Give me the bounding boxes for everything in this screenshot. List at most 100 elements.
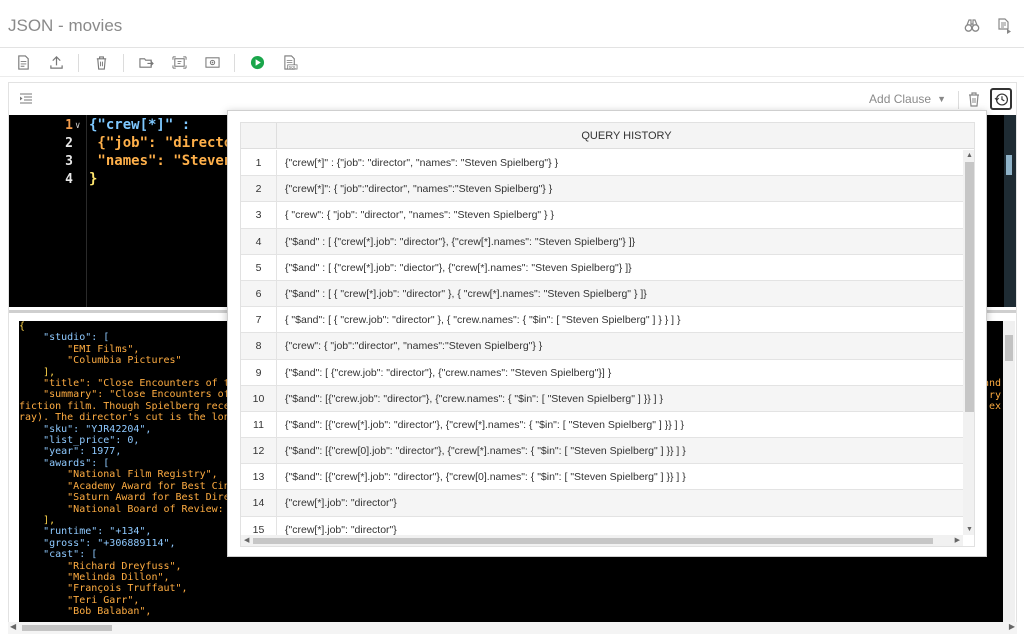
run-button[interactable] — [246, 52, 268, 74]
table-row[interactable]: 8 {"crew": { "job":"director", "names":"S… — [241, 333, 963, 360]
history-query: {"crew[*]" : {"job": "director", "names"… — [285, 157, 559, 169]
window-title: JSON - movies — [8, 16, 123, 35]
history-icon — [994, 92, 1008, 106]
table-row[interactable]: 9 {"$and": [ {"crew.job": "director"}, {"… — [241, 359, 963, 386]
line-number: 2 — [65, 136, 73, 151]
result-vertical-scrollbar[interactable] — [1003, 321, 1015, 623]
query-history-table: QUERY HISTORY 1 {"crew[*]" : {"job": "dir… — [240, 122, 975, 547]
history-query: {"crew[*]": { "job":"director", "names":… — [285, 183, 553, 196]
table-row[interactable]: 5 {"$and" : [ {"crew[*].job": "diector"},… — [241, 254, 963, 281]
delete-button[interactable] — [90, 52, 112, 74]
indent-icon[interactable] — [19, 92, 33, 106]
code-line: } — [89, 171, 98, 187]
chevron-down-icon: ▼ — [937, 94, 946, 104]
row-number: 11 — [241, 411, 277, 438]
toolbar-separator — [78, 53, 79, 72]
toolbar-separator — [234, 53, 235, 72]
history-query: {"$and": [{"crew[*].job": "director"}, {… — [285, 418, 685, 431]
history-query: {"crew[*].job": "director"} — [285, 497, 397, 510]
preview-button[interactable] — [201, 52, 223, 74]
line-number: 4 — [65, 172, 73, 187]
history-query: {"$and": [{"crew[*].job": "director"}, {… — [285, 471, 686, 484]
select-region-button[interactable] — [168, 52, 190, 74]
sql-button[interactable]: SQL — [279, 52, 301, 74]
scrollbar-thumb[interactable] — [22, 625, 112, 631]
code-line: "names": "Steven — [89, 153, 233, 169]
row-number: 10 — [241, 385, 277, 411]
table-row[interactable]: 2 {"crew[*]": { "job":"director", "names"… — [241, 176, 963, 203]
query-history-rows: 1 {"crew[*]" : {"job": "director", "names… — [241, 150, 963, 543]
row-number: 2 — [241, 176, 277, 202]
scroll-right-icon[interactable]: ▶ — [955, 536, 960, 544]
scroll-right-icon[interactable]: ▶ — [1009, 622, 1015, 631]
row-number: 7 — [241, 307, 277, 333]
app-window: JSON - movies SQL Add Clause ▼ 1 ∨ 2 3 4… — [0, 0, 1024, 639]
table-row[interactable]: 13 {"$and": [{"crew[*].job": "director"},… — [241, 464, 963, 491]
new-document-icon — [17, 55, 29, 70]
header-separator — [958, 91, 959, 109]
result-line: "Richard Dreyfuss", — [19, 560, 182, 572]
table-row[interactable]: 1 {"crew[*]" : {"job": "director", "names… — [241, 150, 963, 177]
result-horizontal-scrollbar[interactable]: ◀ ▶ — [8, 622, 1017, 634]
row-number: 8 — [241, 333, 277, 359]
toolbar-separator — [123, 53, 124, 72]
code-line: {"job": "director — [89, 135, 241, 151]
upload-icon — [49, 56, 63, 69]
upload-button[interactable] — [45, 52, 67, 74]
table-row[interactable]: 7 { "$and": [ { "crew.job": "director" },… — [241, 307, 963, 334]
row-number: 12 — [241, 438, 277, 464]
history-query: { "$and": [ { "crew.job": "director" }, … — [285, 314, 681, 327]
table-row[interactable]: 6 {"$and" : [ { "crew[*].job": "director"… — [241, 280, 963, 308]
open-folder-button[interactable] — [135, 52, 157, 74]
history-query: {"$and" : [ { "crew[*].job": "director" … — [285, 287, 647, 300]
result-fragment: ry — [988, 390, 1001, 401]
history-query: {"$and": [{"crew.job": "director"}, {"cr… — [285, 392, 664, 405]
new-document-button[interactable] — [12, 52, 34, 74]
scroll-left-icon[interactable]: ◀ — [10, 622, 16, 631]
table-row[interactable]: 3 { "crew": { "job": "director", "names":… — [241, 202, 963, 229]
row-number: 1 — [241, 150, 277, 176]
run-icon — [250, 55, 264, 70]
document-play-icon[interactable] — [996, 18, 1012, 34]
history-horizontal-scrollbar[interactable]: ◀ ▶ — [241, 535, 963, 546]
add-clause-dropdown[interactable]: Add Clause ▼ — [869, 92, 946, 106]
svg-text:SQL: SQL — [288, 65, 296, 69]
editor-scrollbar[interactable] — [1004, 115, 1016, 307]
table-row[interactable]: 14 {"crew[*].job": "director"} — [241, 490, 963, 517]
row-number: 13 — [241, 464, 277, 490]
table-row[interactable]: 11 {"$and": [{"crew[*].job": "director"},… — [241, 411, 963, 439]
table-row[interactable]: 10 {"$and": [{"crew.job": "director"}, {"… — [241, 385, 963, 412]
scroll-up-icon[interactable]: ▲ — [966, 152, 973, 159]
scroll-down-icon[interactable]: ▼ — [966, 526, 973, 533]
scrollbar-thumb[interactable] — [253, 538, 933, 544]
row-number: 9 — [241, 359, 277, 385]
line-number: 3 — [65, 154, 73, 169]
trash-icon — [96, 56, 106, 70]
table-row[interactable]: 12 {"$and": [{"crew[0].job": "director"},… — [241, 438, 963, 465]
binoculars-icon[interactable] — [964, 18, 980, 34]
line-number: 1 — [65, 118, 73, 133]
sql-icon: SQL — [283, 55, 297, 70]
scroll-left-icon[interactable]: ◀ — [244, 536, 249, 544]
table-row[interactable]: 4 {"$and" : [ {"crew[*].job": "director"}… — [241, 228, 963, 255]
fold-chevron-icon[interactable]: ∨ — [75, 121, 80, 131]
row-number: 3 — [241, 202, 277, 228]
query-history-popup: QUERY HISTORY 1 {"crew[*]" : {"job": "dir… — [227, 110, 987, 557]
query-history-button[interactable] — [990, 88, 1012, 110]
scrollbar-thumb[interactable] — [965, 162, 974, 412]
history-query: {"$and": [ {"crew.job": "director"}, {"c… — [285, 366, 612, 379]
history-query: {"$and" : [ {"crew[*].job": "director"},… — [285, 235, 636, 248]
row-number: 6 — [241, 280, 277, 307]
title-bar: JSON - movies — [0, 0, 1024, 48]
query-history-title: QUERY HISTORY — [581, 130, 672, 142]
code-line: {"crew[*]" : — [89, 117, 191, 133]
clear-query-button[interactable] — [966, 91, 982, 107]
result-line: "François Truffaut", — [19, 583, 188, 595]
table-header: QUERY HISTORY — [241, 123, 974, 149]
add-clause-label: Add Clause — [869, 92, 932, 106]
toolbar: SQL — [0, 49, 1024, 77]
history-vertical-scrollbar[interactable]: ▲ ▼ — [963, 150, 974, 535]
trash-icon — [969, 92, 979, 107]
preview-icon — [204, 57, 220, 68]
screenshot-icon — [171, 56, 187, 69]
